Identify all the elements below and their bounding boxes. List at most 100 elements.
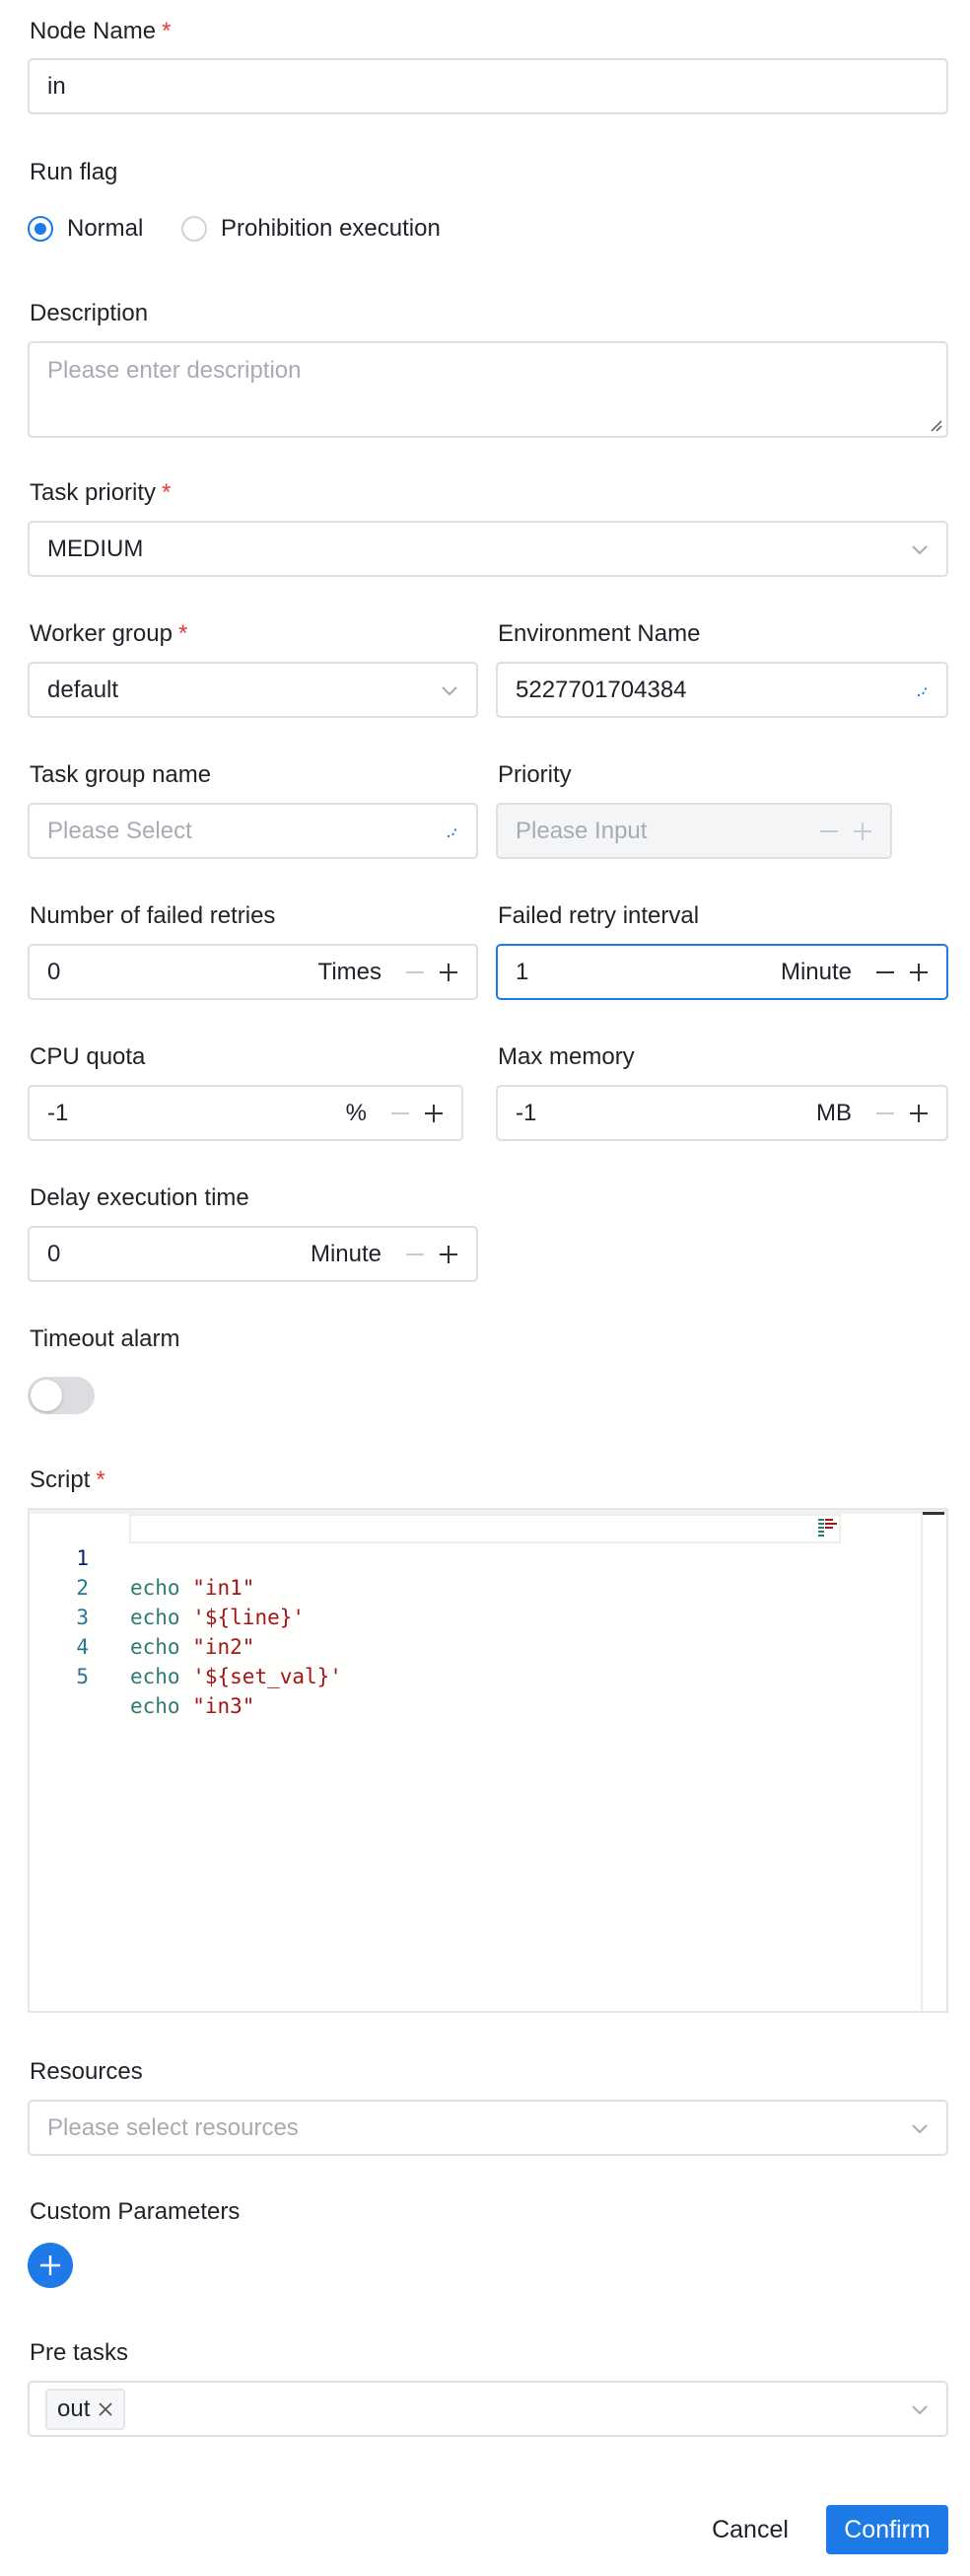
code-keyword: echo [130, 1694, 180, 1718]
required-marker: * [162, 18, 172, 44]
node-name-label-text: Node Name [30, 18, 157, 44]
required-marker: * [162, 479, 172, 506]
plus-icon[interactable] [909, 1104, 929, 1123]
max-memory-input[interactable]: -1 MB [496, 1085, 948, 1141]
cancel-button[interactable]: Cancel [696, 2505, 804, 2554]
timeout-alarm-toggle[interactable] [28, 1377, 95, 1414]
description-label: Description [30, 300, 149, 326]
node-name-value: in [47, 72, 66, 100]
cpu-quota-label: CPU quota [30, 1043, 146, 1070]
pre-task-tag-label: out [57, 2395, 91, 2422]
description-textarea[interactable]: Please enter description [28, 341, 948, 438]
code-string: '${set_val}' [192, 1665, 342, 1688]
failed-retry-interval-label: Failed retry interval [498, 902, 700, 929]
worker-group-select[interactable]: default [28, 662, 478, 718]
radio-prohibition-label: Prohibition execution [221, 215, 441, 242]
editor-scroll-thumb[interactable] [923, 1512, 944, 1515]
failed-retry-interval-value: 1 [516, 958, 529, 985]
priority-stepper[interactable] [819, 822, 872, 841]
priority-placeholder: Please Input [516, 817, 648, 844]
code-string: '${line}' [192, 1606, 306, 1629]
minus-icon[interactable] [875, 1104, 895, 1123]
radio-prohibition-execution[interactable] [181, 216, 207, 242]
script-code-editor[interactable]: 1 echo "in1" 2 echo '${line}' 3 echo "in… [28, 1508, 948, 2013]
max-memory-value: -1 [516, 1099, 537, 1126]
max-memory-stepper[interactable] [875, 1104, 929, 1123]
environment-name-select[interactable]: 5227701704384 [496, 662, 948, 718]
script-label-text: Script [30, 1467, 91, 1493]
add-custom-parameter-button[interactable] [28, 2243, 73, 2288]
code-line[interactable]: 4 echo '${set_val}' [30, 1603, 342, 1688]
close-icon[interactable] [98, 2401, 113, 2417]
worker-group-value: default [47, 676, 119, 703]
minus-icon[interactable] [390, 1104, 410, 1123]
chevron-down-icon [912, 2123, 928, 2133]
cpu-quota-stepper[interactable] [390, 1104, 444, 1123]
failed-retries-input[interactable]: 0 Times [28, 944, 478, 1000]
editor-scrollbar[interactable] [921, 1510, 946, 2011]
run-flag-prohibition-option[interactable]: Prohibition execution [181, 215, 441, 243]
plus-icon[interactable] [424, 1104, 444, 1123]
plus-icon[interactable] [439, 963, 458, 982]
code-keyword: echo [130, 1576, 180, 1600]
run-flag-normal-option[interactable]: Normal [28, 215, 143, 243]
max-memory-unit: MB [816, 1099, 852, 1126]
node-name-input[interactable]: in [28, 58, 948, 114]
task-priority-select[interactable]: MEDIUM [28, 521, 948, 577]
loading-spinner-icon [917, 685, 928, 696]
code-string: "in2" [192, 1635, 255, 1659]
code-line[interactable]: 2 echo '${line}' [30, 1543, 305, 1629]
task-priority-value: MEDIUM [47, 535, 144, 562]
plus-icon[interactable] [909, 963, 929, 982]
editor-minimap[interactable] [818, 1518, 848, 1538]
delay-execution-time-unit: Minute [310, 1240, 381, 1267]
radio-normal-label: Normal [67, 215, 144, 242]
minus-icon[interactable] [405, 1245, 425, 1264]
radio-normal[interactable] [28, 216, 53, 242]
task-group-name-label: Task group name [30, 761, 212, 788]
code-string: "in3" [192, 1694, 255, 1718]
failed-retry-interval-stepper[interactable] [875, 963, 929, 982]
worker-group-label: Worker group * [30, 619, 187, 649]
code-string: "in1" [192, 1576, 255, 1600]
resize-handle-icon[interactable] [929, 418, 942, 432]
code-keyword: echo [130, 1606, 180, 1629]
chevron-down-icon [912, 544, 928, 554]
delay-execution-time-stepper[interactable] [405, 1245, 458, 1264]
code-line[interactable]: 1 echo "in1" [30, 1514, 254, 1600]
task-group-name-placeholder: Please Select [47, 817, 192, 844]
failed-retries-stepper[interactable] [405, 963, 458, 982]
code-line[interactable]: 5 echo "in3" [30, 1632, 254, 1718]
required-marker: * [177, 620, 188, 647]
plus-icon[interactable] [439, 1245, 458, 1264]
worker-group-label-text: Worker group [30, 620, 173, 647]
priority-input[interactable]: Please Input [496, 803, 892, 859]
pre-task-tag: out [45, 2388, 126, 2430]
delay-execution-time-label: Delay execution time [30, 1184, 249, 1211]
minus-icon[interactable] [819, 822, 839, 841]
resources-select[interactable]: Please select resources [28, 2100, 948, 2156]
minus-icon[interactable] [875, 963, 895, 982]
confirm-button[interactable]: Confirm [826, 2505, 948, 2554]
failed-retries-value: 0 [47, 958, 61, 985]
delay-execution-time-input[interactable]: 0 Minute [28, 1226, 478, 1282]
required-marker: * [96, 1467, 105, 1493]
cpu-quota-unit: % [345, 1099, 367, 1126]
task-group-name-select[interactable]: Please Select [28, 803, 478, 859]
pre-tasks-select[interactable]: out [28, 2381, 948, 2437]
run-flag-label: Run flag [30, 159, 118, 185]
delay-execution-time-value: 0 [47, 1240, 61, 1267]
environment-name-label: Environment Name [498, 620, 701, 647]
priority-label: Priority [498, 761, 572, 788]
task-priority-label-text: Task priority [30, 479, 157, 506]
plus-icon[interactable] [853, 822, 872, 841]
pre-tasks-label: Pre tasks [30, 2339, 129, 2366]
failed-retry-interval-input[interactable]: 1 Minute [496, 944, 948, 1000]
environment-name-value: 5227701704384 [516, 676, 687, 703]
chevron-down-icon [442, 685, 457, 695]
code-keyword: echo [130, 1665, 180, 1688]
cpu-quota-input[interactable]: -1 % [28, 1085, 463, 1141]
minus-icon[interactable] [405, 963, 425, 982]
code-line[interactable]: 3 echo "in2" [30, 1573, 254, 1659]
editor-current-line-highlight [129, 1514, 841, 1543]
